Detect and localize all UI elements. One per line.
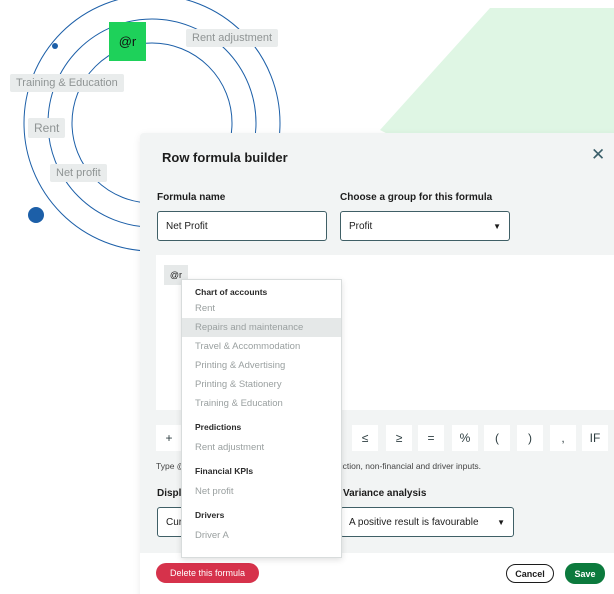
dropdown-item[interactable]: Rent adjustment <box>182 438 341 457</box>
save-button[interactable]: Save <box>565 563 605 584</box>
dropdown-item[interactable]: Travel & Accommodation <box>182 337 341 356</box>
dropdown-item[interactable]: Driver A <box>182 526 341 545</box>
dropdown-item[interactable]: Printing & Advertising <box>182 356 341 375</box>
operator-lte-button[interactable]: ≤ <box>352 425 378 451</box>
modal-footer: Delete this formula Cancel Save <box>140 553 614 594</box>
chevron-down-icon: ▼ <box>493 221 501 231</box>
dropdown-item[interactable]: Training & Education <box>182 394 341 413</box>
delete-formula-button[interactable]: Delete this formula <box>156 563 259 583</box>
operator-plus-button[interactable]: + <box>156 425 182 451</box>
dropdown-item[interactable]: Repairs and maintenance <box>182 318 341 337</box>
operator-gte-button[interactable]: ≥ <box>386 425 412 451</box>
chevron-down-icon: ▼ <box>497 517 505 527</box>
cancel-button[interactable]: Cancel <box>506 564 554 583</box>
dropdown-item[interactable]: Net profit <box>182 482 341 501</box>
modal-title: Row formula builder <box>162 150 288 165</box>
group-label: Choose a group for this formula <box>340 192 493 203</box>
autocomplete-dropdown: Chart of accounts Rent Repairs and maint… <box>181 279 342 558</box>
net-profit-tag: Net profit <box>50 164 107 182</box>
group-select[interactable]: Profit ▼ <box>340 211 510 241</box>
dropdown-group-header: Chart of accounts <box>195 287 268 297</box>
display-label: Displ <box>157 488 182 499</box>
training-tag: Training & Education <box>10 74 124 92</box>
operator-open-paren-button[interactable]: ( <box>484 425 510 451</box>
at-mention-tag: @r <box>109 22 146 61</box>
dropdown-item[interactable]: Printing & Stationery <box>182 375 341 394</box>
dropdown-group-header: Financial KPIs <box>195 466 254 476</box>
rent-adjustment-tag: Rent adjustment <box>186 29 279 47</box>
rent-tag: Rent <box>28 118 66 138</box>
dropdown-group-header: Predictions <box>195 422 242 432</box>
dropdown-item[interactable]: Rent <box>182 299 341 318</box>
variance-label: Variance analysis <box>343 488 427 499</box>
close-icon[interactable]: ✕ <box>591 145 605 165</box>
operator-close-paren-button[interactable]: ) <box>517 425 543 451</box>
variance-select[interactable]: A positive result is favourable ▼ <box>340 507 514 537</box>
operator-percent-button[interactable]: % <box>452 425 478 451</box>
formula-name-label: Formula name <box>157 192 226 203</box>
formula-name-input[interactable]: Net Profit <box>157 211 327 241</box>
operator-if-button[interactable]: IF <box>582 425 608 451</box>
operator-comma-button[interactable]: , <box>550 425 576 451</box>
dropdown-group-header: Drivers <box>195 510 225 520</box>
operator-equals-button[interactable]: = <box>418 425 444 451</box>
